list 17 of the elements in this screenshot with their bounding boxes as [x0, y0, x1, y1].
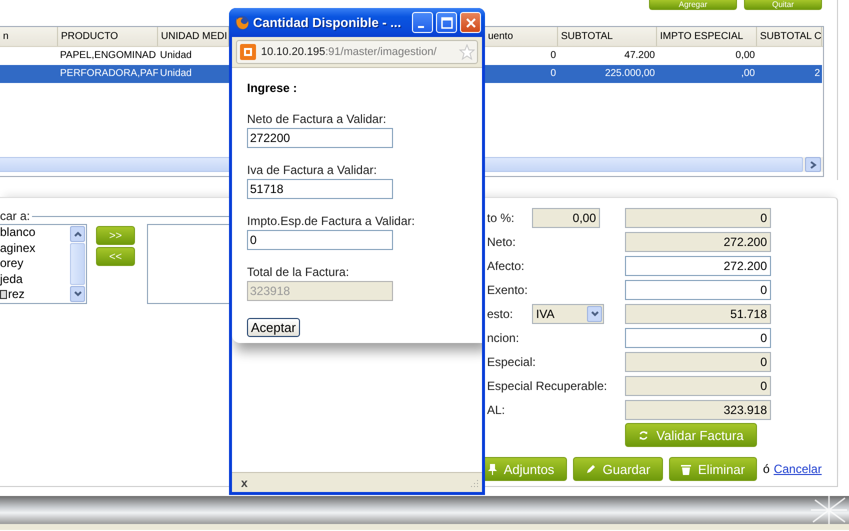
field-label: ncion:	[486, 331, 520, 345]
field-label: Total de la Factura:	[247, 265, 350, 279]
form-heading: Ingrese :	[247, 81, 298, 95]
field-label: Especial Recuperable:	[486, 379, 608, 393]
separator-text: ó	[763, 462, 770, 476]
field-label: AL:	[486, 403, 506, 417]
field-label: Iva de Factura a Validar:	[247, 163, 377, 177]
field-label: Neto:	[486, 235, 517, 249]
field-label: Exento:	[486, 283, 529, 297]
field-label: Impto.Esp.de Factura a Validar:	[247, 214, 415, 228]
field-label: to %:	[486, 211, 516, 225]
fieldset-legend: car a:	[0, 209, 30, 223]
field-label: Especial:	[486, 355, 537, 369]
field-label: Afecto:	[486, 259, 526, 273]
window-title: Cantidad Disponible - ...	[253, 15, 402, 30]
field-label: esto:	[486, 307, 514, 321]
field-label: Neto de Factura a Validar:	[247, 112, 386, 126]
